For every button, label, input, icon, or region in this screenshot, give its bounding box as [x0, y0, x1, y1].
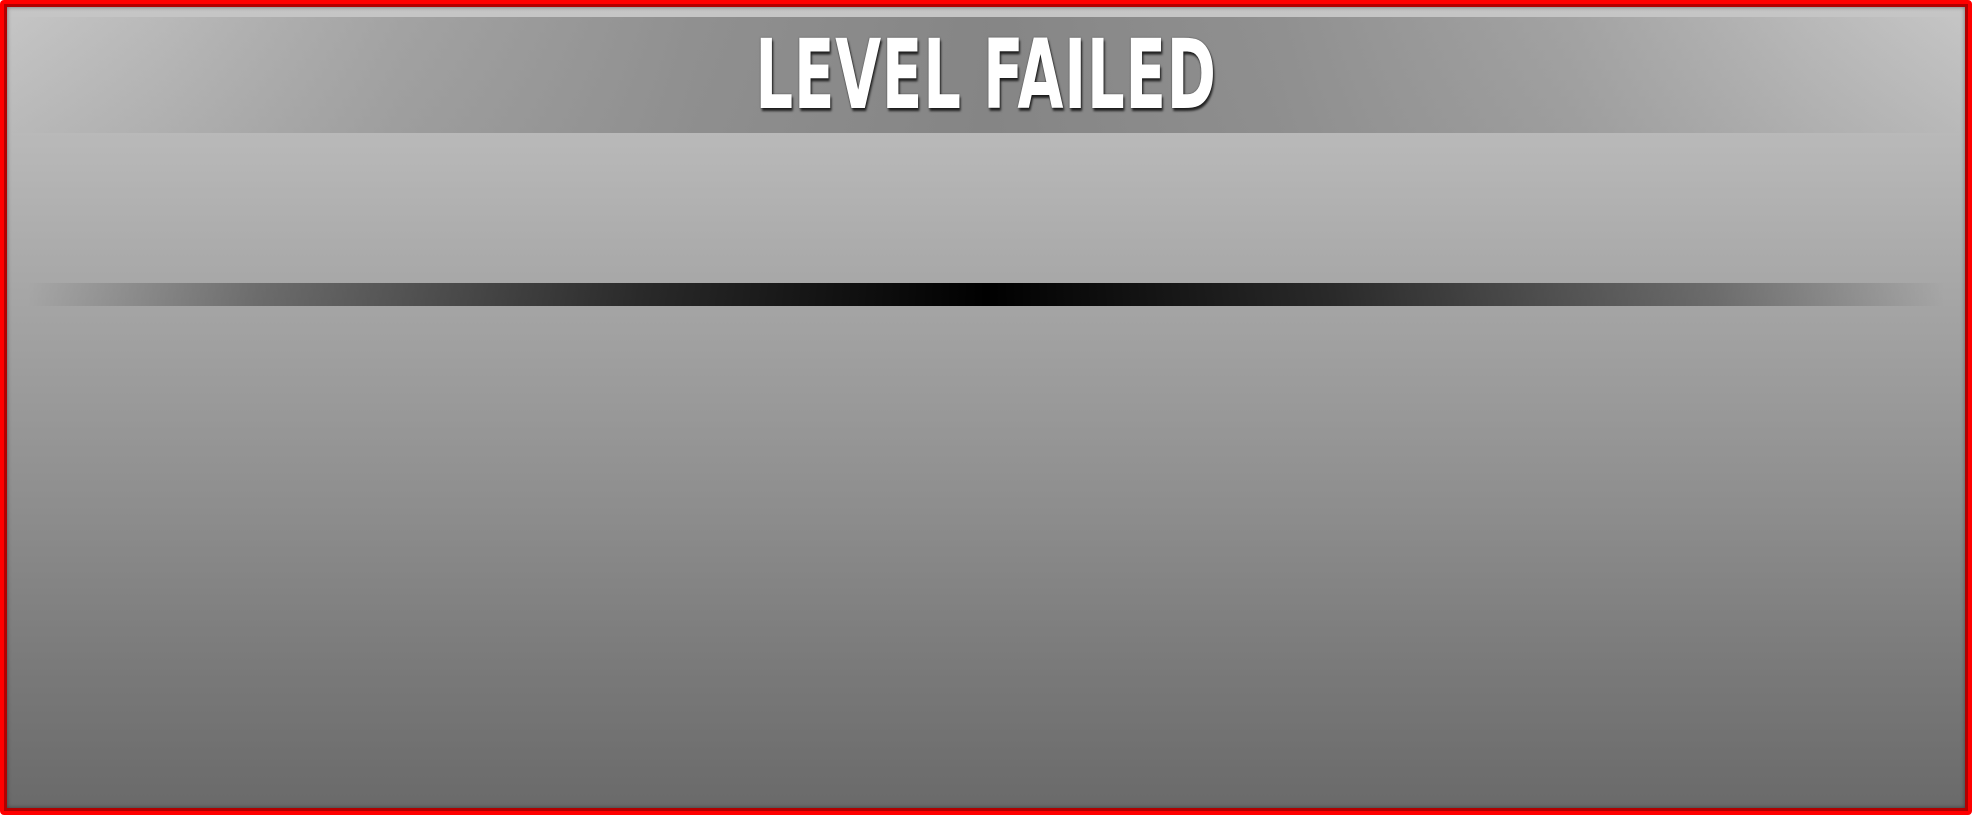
dialog-panel: LEVEL FAILED [7, 7, 1965, 808]
level-failed-dialog: LEVEL FAILED [0, 0, 1972, 815]
divider-line [27, 283, 1945, 306]
dialog-title: LEVEL FAILED [755, 19, 1217, 131]
